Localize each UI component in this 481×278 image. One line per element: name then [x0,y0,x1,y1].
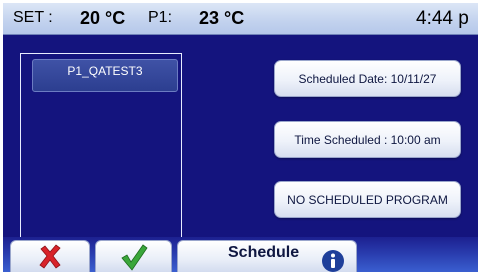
schedule-tab-label: Schedule [228,244,300,261]
cancel-button[interactable] [10,240,90,272]
green-check-icon [120,243,148,271]
schedule-tab[interactable]: Schedule [177,240,357,272]
clock: 4:44 p [416,8,469,29]
red-x-icon [39,243,61,269]
scheduled-date-button[interactable]: Scheduled Date: 10/11/27 [274,60,461,97]
confirm-button[interactable] [95,240,172,272]
set-label: SET : [13,9,53,26]
p1-label: P1: [148,9,173,26]
set-temperature: 20 °C [80,8,126,28]
scheduled-program-button[interactable]: NO SCHEDULED PROGRAM [274,181,461,218]
info-icon[interactable] [321,249,345,272]
scheduled-time-button[interactable]: Time Scheduled : 10:00 am [274,121,461,158]
scheduler-screen: SET : 20 °C P1: 23 °C 4:44 p P1_QATEST3 … [3,3,478,272]
program-list-item[interactable]: P1_QATEST3 [32,59,178,92]
status-bar: SET : 20 °C P1: 23 °C 4:44 p [3,3,478,35]
program-list: P1_QATEST3 [20,53,182,244]
p1-temperature: 23 °C [199,8,245,28]
